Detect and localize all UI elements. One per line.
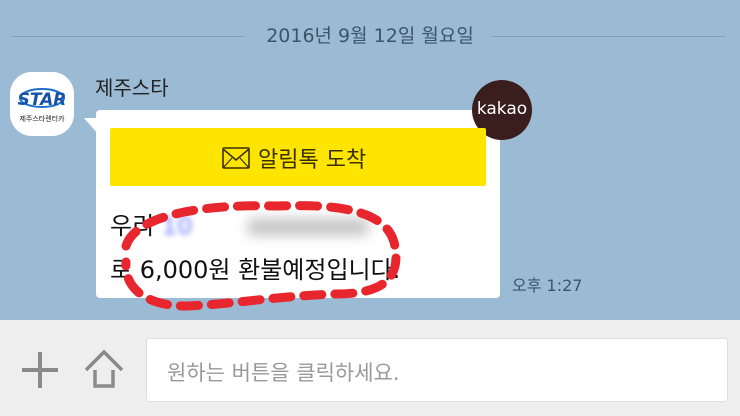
notice-title: 알림톡 도착 — [258, 148, 367, 173]
envelope-icon — [222, 147, 250, 169]
chevron-up-icon[interactable] — [82, 346, 126, 390]
chat-area: 2016년 9월 12일 월요일 STAR 제주스타렌터카 제주스타 kakao… — [0, 0, 740, 320]
date-line-right — [492, 36, 725, 37]
message-line-2: 로 6,000원 환불예정입니다. — [110, 256, 401, 284]
input-placeholder: 원하는 버튼을 클릭하세요. — [167, 361, 400, 385]
date-text: 2016년 9월 12일 월요일 — [266, 25, 474, 47]
message-line-1: 우리 10 — [110, 206, 369, 241]
date-separator: 2016년 9월 12일 월요일 — [0, 18, 740, 54]
svg-text:제주스타렌터카: 제주스타렌터카 — [19, 114, 65, 123]
svg-text:STAR: STAR — [18, 90, 67, 110]
plus-icon[interactable] — [20, 350, 60, 390]
avatar[interactable]: STAR 제주스타렌터카 — [10, 72, 74, 136]
message-input[interactable]: 원하는 버튼을 클릭하세요. — [146, 338, 728, 402]
message-line-1-blurred: 10 — [161, 212, 193, 240]
message-time: 오후 1:27 — [512, 276, 583, 295]
notice-bar: 알림톡 도착 — [110, 128, 486, 186]
sender-name: 제주스타 — [95, 76, 169, 100]
star-rentcar-logo: STAR 제주스타렌터카 — [10, 72, 74, 136]
message-line-1-visible: 우리 — [110, 212, 162, 240]
redacted-text — [248, 218, 369, 236]
